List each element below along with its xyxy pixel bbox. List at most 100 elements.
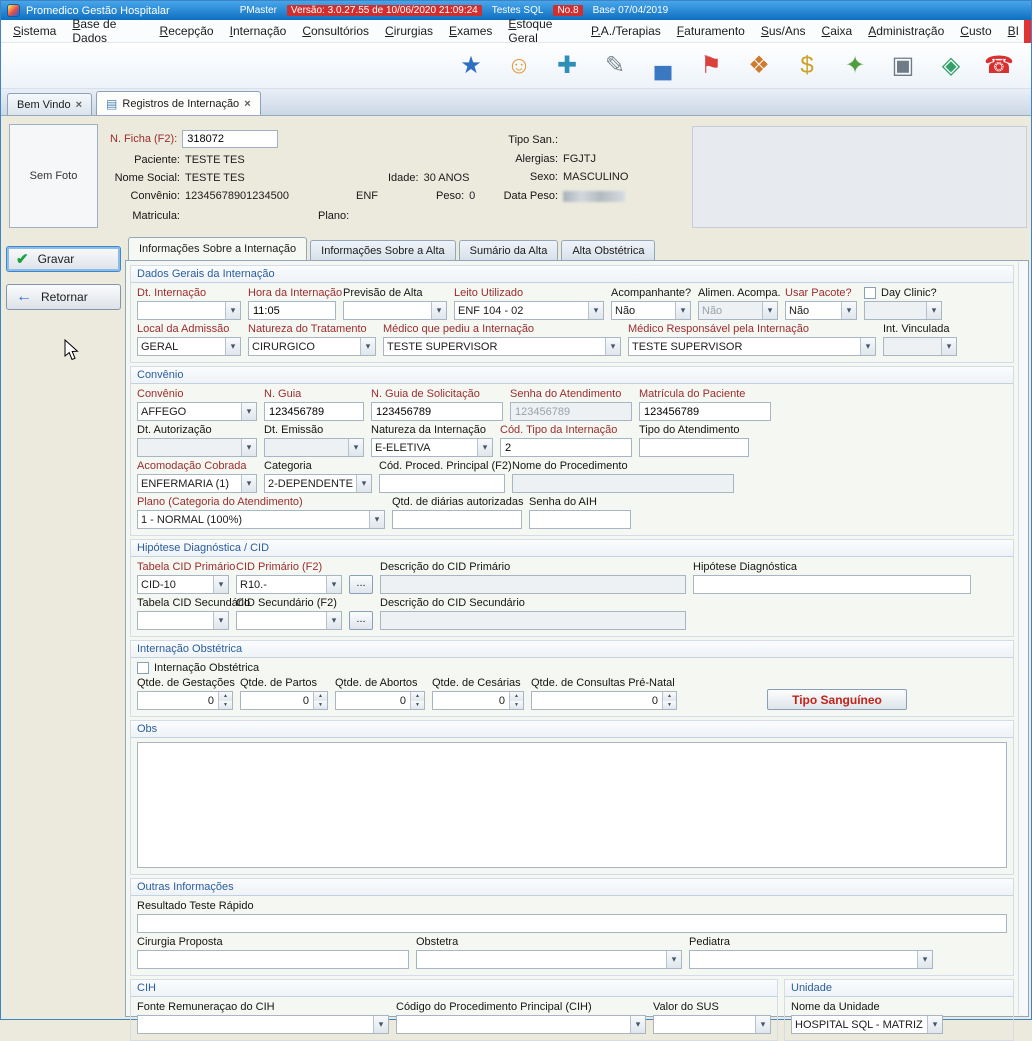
- obstetra-combo[interactable]: [416, 950, 682, 969]
- chevron-down-icon[interactable]: [241, 475, 256, 492]
- chevron-down-icon[interactable]: [477, 439, 492, 456]
- chevron-down-icon[interactable]: [755, 1016, 770, 1033]
- menu-bi[interactable]: BI: [1000, 21, 1027, 41]
- dt-internacao-combo[interactable]: [137, 301, 241, 320]
- cirurgia-proposta-input[interactable]: [137, 950, 409, 969]
- browse-cid-primario-button[interactable]: ...: [349, 575, 373, 594]
- n-guia-solicitacao-input[interactable]: [371, 402, 503, 421]
- prenatal-stepper[interactable]: 0: [531, 691, 677, 710]
- chevron-down-icon[interactable]: [927, 1016, 942, 1033]
- chevron-down-icon[interactable]: [369, 511, 384, 528]
- save-button[interactable]: Gravar: [6, 246, 121, 272]
- chevron-down-icon[interactable]: [326, 576, 341, 593]
- local-admissao-combo[interactable]: GERAL: [137, 337, 241, 356]
- menu-internacao[interactable]: Internação: [222, 21, 295, 41]
- map-icon[interactable]: ◈: [933, 48, 969, 84]
- acompanhante-combo[interactable]: Não: [611, 301, 691, 320]
- chevron-down-icon[interactable]: [326, 612, 341, 629]
- return-button[interactable]: Retornar: [6, 284, 121, 310]
- chevron-down-icon[interactable]: [675, 302, 690, 319]
- menu-recepcao[interactable]: Recepção: [152, 21, 222, 41]
- chevron-down-icon[interactable]: [917, 951, 932, 968]
- cesarias-stepper[interactable]: 0: [432, 691, 524, 710]
- chevron-down-icon[interactable]: [225, 338, 240, 355]
- categoria-combo[interactable]: 2-DEPENDENTE: [264, 474, 372, 493]
- chevron-down-icon[interactable]: [241, 403, 256, 420]
- internacao-obstetrica-checkbox[interactable]: [137, 662, 149, 674]
- menu-consultorios[interactable]: Consultórios: [294, 21, 377, 41]
- medico-responsavel-combo[interactable]: TESTE SUPERVISOR: [628, 337, 876, 356]
- menu-faturamento[interactable]: Faturamento: [669, 21, 753, 41]
- menu-estoque-geral[interactable]: Estoque Geral: [500, 14, 583, 48]
- hora-internacao-input[interactable]: [248, 301, 336, 320]
- cod-tipo-internacao-input[interactable]: [500, 438, 632, 457]
- spin-down-icon[interactable]: [510, 701, 523, 710]
- inventory-icon[interactable]: ✦: [837, 48, 873, 84]
- chevron-down-icon[interactable]: [213, 576, 228, 593]
- n-guia-input[interactable]: [264, 402, 364, 421]
- tipo-atendimento-input[interactable]: [639, 438, 749, 457]
- matricula-paciente-input[interactable]: [639, 402, 771, 421]
- menu-pa-terapias[interactable]: P.A./Terapias: [583, 21, 669, 41]
- spin-up-icon[interactable]: [510, 692, 523, 701]
- acomodacao-cobrada-combo[interactable]: ENFERMARIA (1): [137, 474, 257, 493]
- hipotese-diagnostica-input[interactable]: [693, 575, 971, 594]
- obs-textarea[interactable]: [137, 742, 1007, 868]
- tab-registros-internacao[interactable]: Registros de Internação: [96, 91, 261, 115]
- fonte-remuneracao-cih-combo[interactable]: [137, 1015, 389, 1034]
- usar-pacote-combo[interactable]: Não: [785, 301, 857, 320]
- tab-bem-vindo[interactable]: Bem Vindo: [7, 93, 92, 115]
- spin-down-icon[interactable]: [411, 701, 424, 710]
- browse-cid-secundario-button[interactable]: ...: [349, 611, 373, 630]
- chevron-down-icon[interactable]: [605, 338, 620, 355]
- natureza-tratamento-combo[interactable]: CIRURGICO: [248, 337, 376, 356]
- senha-aih-input[interactable]: [529, 510, 631, 529]
- reception-icon[interactable]: ☺: [501, 48, 537, 84]
- spin-up-icon[interactable]: [219, 692, 232, 701]
- convenio-combo[interactable]: AFFEGO: [137, 402, 257, 421]
- gestacoes-stepper[interactable]: 0: [137, 691, 233, 710]
- valor-sus-combo[interactable]: [653, 1015, 771, 1034]
- menu-base-de-dados[interactable]: Base de Dados: [64, 14, 151, 48]
- spin-up-icon[interactable]: [663, 692, 676, 701]
- chevron-down-icon[interactable]: [841, 302, 856, 319]
- chevron-down-icon[interactable]: [630, 1016, 645, 1033]
- menu-cirurgias[interactable]: Cirurgias: [377, 21, 441, 41]
- day-clinic-checkbox[interactable]: [864, 287, 876, 299]
- close-icon[interactable]: [244, 98, 250, 110]
- chevron-down-icon[interactable]: [356, 475, 371, 492]
- vertical-scrollbar[interactable]: [1018, 262, 1027, 1015]
- pharmacy-stock-icon[interactable]: ❖: [741, 48, 777, 84]
- tab-informacoes-internacao[interactable]: Informações Sobre a Internação: [128, 237, 307, 260]
- spin-down-icon[interactable]: [663, 701, 676, 710]
- chevron-down-icon[interactable]: [360, 338, 375, 355]
- menu-administracao[interactable]: Administração: [860, 21, 952, 41]
- hospital-bed-icon[interactable]: ▄: [645, 48, 681, 84]
- menu-caixa[interactable]: Caixa: [814, 21, 861, 41]
- chevron-down-icon[interactable]: [213, 612, 228, 629]
- doctor-icon[interactable]: ✚: [549, 48, 585, 84]
- chevron-down-icon[interactable]: [860, 338, 875, 355]
- previsao-alta-combo[interactable]: [343, 301, 447, 320]
- menu-sus-ans[interactable]: Sus/Ans: [753, 21, 814, 41]
- nome-unidade-combo[interactable]: HOSPITAL SQL - MATRIZ: [791, 1015, 943, 1034]
- natureza-internacao-combo[interactable]: E-ELETIVA: [371, 438, 493, 457]
- codigo-procedimento-cih-combo[interactable]: [396, 1015, 646, 1034]
- menu-sistema[interactable]: Sistema: [5, 21, 64, 41]
- tabela-cid-primario-combo[interactable]: CID-10: [137, 575, 229, 594]
- ficha-input[interactable]: [182, 130, 278, 148]
- chevron-down-icon[interactable]: [431, 302, 446, 319]
- leito-combo[interactable]: ENF 104 - 02: [454, 301, 604, 320]
- web-chat-icon[interactable]: ★: [453, 48, 489, 84]
- spin-down-icon[interactable]: [314, 701, 327, 710]
- menu-custo[interactable]: Custo: [952, 21, 999, 41]
- prescription-icon[interactable]: ✎: [597, 48, 633, 84]
- menu-exames[interactable]: Exames: [441, 21, 500, 41]
- chevron-down-icon[interactable]: [666, 951, 681, 968]
- close-icon[interactable]: [76, 99, 82, 111]
- tab-sumario-alta[interactable]: Sumário da Alta: [459, 240, 559, 260]
- spin-up-icon[interactable]: [314, 692, 327, 701]
- partos-stepper[interactable]: 0: [240, 691, 328, 710]
- billing-icon[interactable]: $: [789, 48, 825, 84]
- plano-categoria-combo[interactable]: 1 - NORMAL (100%): [137, 510, 385, 529]
